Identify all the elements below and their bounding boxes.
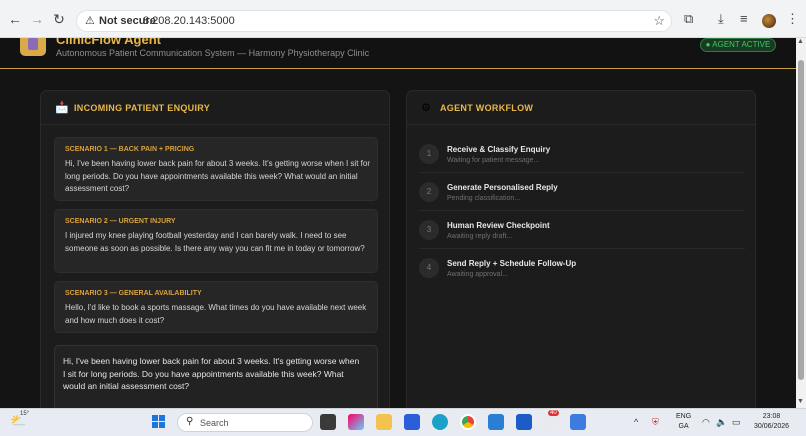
app-header: ClinicFlow Agent Autonomous Patient Comm… <box>0 38 796 69</box>
step-number: 4 <box>419 258 439 278</box>
gear-icon: ⚙ <box>421 102 431 114</box>
step-number: 1 <box>419 144 439 164</box>
inbox-icon: 📩 <box>55 102 69 114</box>
vscode-icon[interactable] <box>488 414 504 430</box>
step-status: Waiting for patient message... <box>447 157 540 164</box>
page-scrollbar[interactable]: ▲ ▼ <box>796 38 806 408</box>
agent-workflow-panel: ⚙ AGENT WORKFLOW 1 Receive & Classify En… <box>406 90 756 408</box>
reload-icon[interactable]: ↻ <box>50 10 68 28</box>
app-subtitle: Autonomous Patient Communication System … <box>56 48 370 58</box>
notification-badge: 40 <box>548 410 559 416</box>
scenario-label: SCENARIO 3 — GENERAL AVAILABILITY <box>65 290 202 297</box>
address-bar[interactable]: ⚠ Not secure 8.208.20.143:5000 ☆ <box>76 10 672 32</box>
profile-avatar[interactable] <box>762 14 776 28</box>
browser-toolbar: ← → ↻ ⚠ Not secure 8.208.20.143:5000 ☆ ⧉… <box>0 0 806 38</box>
scenario-text: Hello, I'd like to book a sports massage… <box>65 303 367 325</box>
panel-title: AGENT WORKFLOW <box>440 103 534 113</box>
patient-message-value[interactable]: Hi, I've been having lower back pain for… <box>63 355 363 393</box>
scenario-label: SCENARIO 2 — URGENT INJURY <box>65 218 176 225</box>
panel-header: ⚙ AGENT WORKFLOW <box>407 91 755 125</box>
windows-taskbar: ⛅ 15° ⚲ Search 40 ^ ⛨ ENG GA ◠ 🔈 ▭ 23:08… <box>0 408 806 436</box>
step-number: 3 <box>419 220 439 240</box>
lang-primary: ENG <box>676 413 692 420</box>
start-icon[interactable] <box>152 415 166 429</box>
incoming-enquiry-panel: 📩 INCOMING PATIENT ENQUIRY SCENARIO 1 — … <box>40 90 390 408</box>
store-icon[interactable] <box>404 414 420 430</box>
task-view-icon[interactable] <box>320 414 336 430</box>
lang-secondary: GA <box>678 423 689 430</box>
outlook-icon[interactable] <box>516 414 532 430</box>
remote-desktop-icon[interactable] <box>570 414 586 430</box>
scenario-label: SCENARIO 1 — BACK PAIN + PRICING <box>65 146 195 153</box>
scenario-card-1[interactable]: SCENARIO 1 — BACK PAIN + PRICING Hi, I'v… <box>54 137 378 201</box>
scenario-text: Hi, I've been having lower back pain for… <box>65 159 370 193</box>
forward-icon[interactable]: → <box>28 10 46 28</box>
step-status: Awaiting approval... <box>447 271 508 278</box>
web-page: ClinicFlow Agent Autonomous Patient Comm… <box>0 38 796 408</box>
panel-header: 📩 INCOMING PATIENT ENQUIRY <box>41 91 389 125</box>
step-status: Pending classification... <box>447 195 521 202</box>
file-explorer-icon[interactable] <box>376 414 392 430</box>
chrome-icon[interactable] <box>460 414 476 430</box>
clock-date: 30/06/2026 <box>754 423 790 430</box>
tray-chevron-icon[interactable]: ^ <box>634 417 638 427</box>
app-title: ClinicFlow Agent <box>56 38 161 47</box>
security-icon[interactable]: ⛨ <box>652 417 659 428</box>
step-number: 2 <box>419 182 439 202</box>
app-with-badge-icon[interactable]: 40 <box>542 410 559 430</box>
download-icon[interactable]: ⤓ <box>718 11 724 27</box>
system-clock[interactable]: 23:08 30/06/2026 <box>754 412 789 432</box>
scroll-up-icon[interactable]: ▲ <box>797 38 804 45</box>
patient-message-textarea[interactable]: Hi, I've been having lower back pain for… <box>54 345 378 408</box>
search-label: Search <box>200 418 229 428</box>
step-title: Generate Personalised Reply <box>447 183 558 192</box>
step-title: Send Reply + Schedule Follow-Up <box>447 259 577 268</box>
copilot-icon[interactable] <box>348 414 364 430</box>
clock-time: 23:08 <box>762 413 781 420</box>
step-title: Human Review Checkpoint <box>447 221 550 230</box>
taskbar-search[interactable]: ⚲ Search <box>177 413 313 432</box>
url-text[interactable]: 8.208.20.143:5000 <box>143 15 235 27</box>
scenario-card-2[interactable]: SCENARIO 2 — URGENT INJURY I injured my … <box>54 209 378 273</box>
language-indicator[interactable]: ENG GA <box>676 412 691 432</box>
scroll-thumb[interactable] <box>798 60 804 380</box>
scenario-text: I injured my knee playing football yeste… <box>65 231 365 253</box>
step-status: Awaiting reply draft... <box>447 233 513 240</box>
step-title: Receive & Classify Enquiry <box>447 145 551 154</box>
agent-status-badge: ● AGENT ACTIVE <box>700 38 776 52</box>
warning-icon: ⚠ <box>85 15 95 27</box>
battery-icon[interactable]: ▭ <box>732 417 741 428</box>
back-icon[interactable]: ← <box>6 10 24 28</box>
clinic-logo-icon <box>20 38 46 56</box>
wifi-icon[interactable]: ◠ <box>702 417 710 428</box>
edge-icon[interactable] <box>432 414 448 430</box>
extensions-icon[interactable]: ⧉ <box>684 11 693 27</box>
scroll-down-icon[interactable]: ▼ <box>797 398 804 405</box>
scenario-card-3[interactable]: SCENARIO 3 — GENERAL AVAILABILITY Hello,… <box>54 281 378 333</box>
workflow-step-2: 2 Generate Personalised Reply Pending cl… <box>419 173 745 211</box>
workflow-step-4: 4 Send Reply + Schedule Follow-Up Awaiti… <box>419 249 745 287</box>
media-icon[interactable]: ≡ <box>740 11 748 26</box>
workflow-step-3: 3 Human Review Checkpoint Awaiting reply… <box>419 211 745 249</box>
volume-icon[interactable]: 🔈 <box>716 417 727 428</box>
workflow-step-1: 1 Receive & Classify Enquiry Waiting for… <box>419 135 745 173</box>
panel-title: INCOMING PATIENT ENQUIRY <box>74 103 211 113</box>
search-icon: ⚲ <box>186 416 194 427</box>
weather-temperature: 15° <box>20 411 30 417</box>
menu-icon[interactable]: ⋮ <box>786 11 799 27</box>
bookmark-star-icon[interactable]: ☆ <box>653 13 665 29</box>
